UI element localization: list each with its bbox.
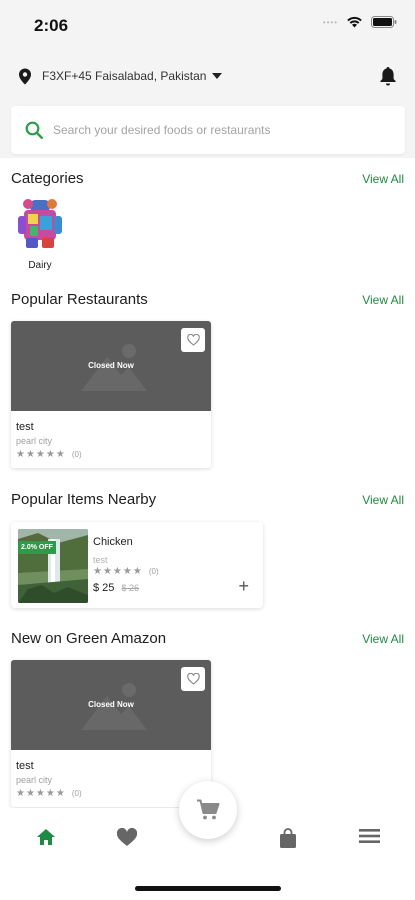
popular-items-header: Popular Items Nearby View All [11, 491, 404, 508]
item-card[interactable]: 2.0% OFF Chicken test ★★★★★ (0) $ 25 $ 2… [11, 522, 263, 608]
rating-count: (0) [71, 789, 82, 798]
nav-menu[interactable] [359, 828, 380, 849]
discount-badge: 2.0% OFF [18, 541, 56, 554]
search-input[interactable] [53, 123, 373, 137]
item-image: 2.0% OFF [18, 529, 88, 603]
categories-view-all[interactable]: View All [362, 172, 404, 186]
restaurant-address: pearl city [16, 436, 53, 446]
location-bar[interactable]: F3XF+45 Faisalabad, Pakistan [0, 50, 415, 102]
cart-icon [197, 799, 220, 820]
closed-now-label: Closed Now [88, 700, 134, 709]
star-icons: ★★★★★ [93, 566, 143, 577]
popular-restaurants-header: Popular Restaurants View All [11, 291, 404, 308]
restaurant-name: test [16, 760, 34, 772]
heart-icon [116, 827, 138, 846]
nav-home[interactable] [36, 828, 56, 851]
rating-count: (0) [148, 567, 159, 576]
restaurant-card[interactable]: Closed Now test pearl city ★★★★★ (0) [11, 321, 211, 468]
categories-header: Categories View All [11, 170, 404, 187]
home-indicator [135, 886, 281, 891]
bell-icon[interactable] [379, 66, 397, 86]
heart-outline-icon [186, 673, 200, 685]
status-time: 2:06 [34, 16, 69, 35]
battery-icon [371, 16, 397, 28]
restaurant-address: pearl city [16, 775, 53, 785]
rating-stars: ★★★★★ (0) [93, 566, 159, 577]
restaurant-image-placeholder: Closed Now [11, 321, 211, 411]
section-title: Popular Restaurants [11, 291, 148, 308]
star-icons: ★★★★★ [16, 788, 66, 799]
search-icon [25, 121, 43, 139]
section-title: Categories [11, 170, 84, 187]
menu-icon [359, 829, 380, 843]
nav-orders[interactable] [279, 828, 297, 854]
heart-outline-icon [186, 334, 200, 346]
items-view-all[interactable]: View All [362, 493, 404, 507]
bag-icon [280, 828, 296, 848]
restaurant-card[interactable]: Closed Now test pearl city ★★★★★ (0) [11, 660, 211, 807]
location-text[interactable]: F3XF+45 Faisalabad, Pakistan [42, 69, 206, 83]
wifi-icon [347, 16, 362, 28]
main-content[interactable]: Categories View All Dairy Popular Restau… [0, 158, 415, 808]
new-on-view-all[interactable]: View All [362, 632, 404, 646]
star-icons: ★★★★★ [16, 449, 66, 460]
favorite-button[interactable] [181, 328, 205, 352]
dots-icon: •••• [322, 17, 338, 27]
restaurant-name: test [16, 421, 34, 433]
restaurant-image-placeholder: Closed Now [11, 660, 211, 750]
section-title: Popular Items Nearby [11, 491, 157, 508]
rating-stars: ★★★★★ (0) [16, 449, 206, 460]
category-label: Dairy [28, 260, 52, 271]
location-pin-icon [19, 68, 31, 84]
item-old-price: $ 26 [121, 583, 140, 593]
category-image [18, 199, 62, 248]
nav-favorites[interactable] [116, 827, 138, 852]
favorite-button[interactable] [181, 667, 205, 691]
home-icon [37, 829, 55, 845]
add-to-cart-button[interactable]: + [238, 577, 249, 595]
rating-count: (0) [71, 450, 82, 459]
section-title: New on Green Amazon [11, 630, 167, 647]
item-price: $ 25 [93, 582, 115, 594]
item-price-row: $ 25 $ 26 [93, 582, 139, 594]
search-bar[interactable] [11, 106, 405, 154]
item-name: Chicken [93, 536, 133, 548]
restaurants-view-all[interactable]: View All [362, 293, 404, 307]
category-item[interactable]: Dairy [14, 198, 66, 271]
closed-now-label: Closed Now [88, 361, 134, 370]
rating-stars: ★★★★★ (0) [16, 788, 206, 799]
item-restaurant: test [93, 555, 108, 565]
new-on-header: New on Green Amazon View All [11, 630, 404, 647]
chevron-down-icon[interactable] [212, 73, 223, 79]
status-bar: 2:06 •••• [0, 0, 415, 50]
cart-button[interactable] [179, 781, 237, 839]
